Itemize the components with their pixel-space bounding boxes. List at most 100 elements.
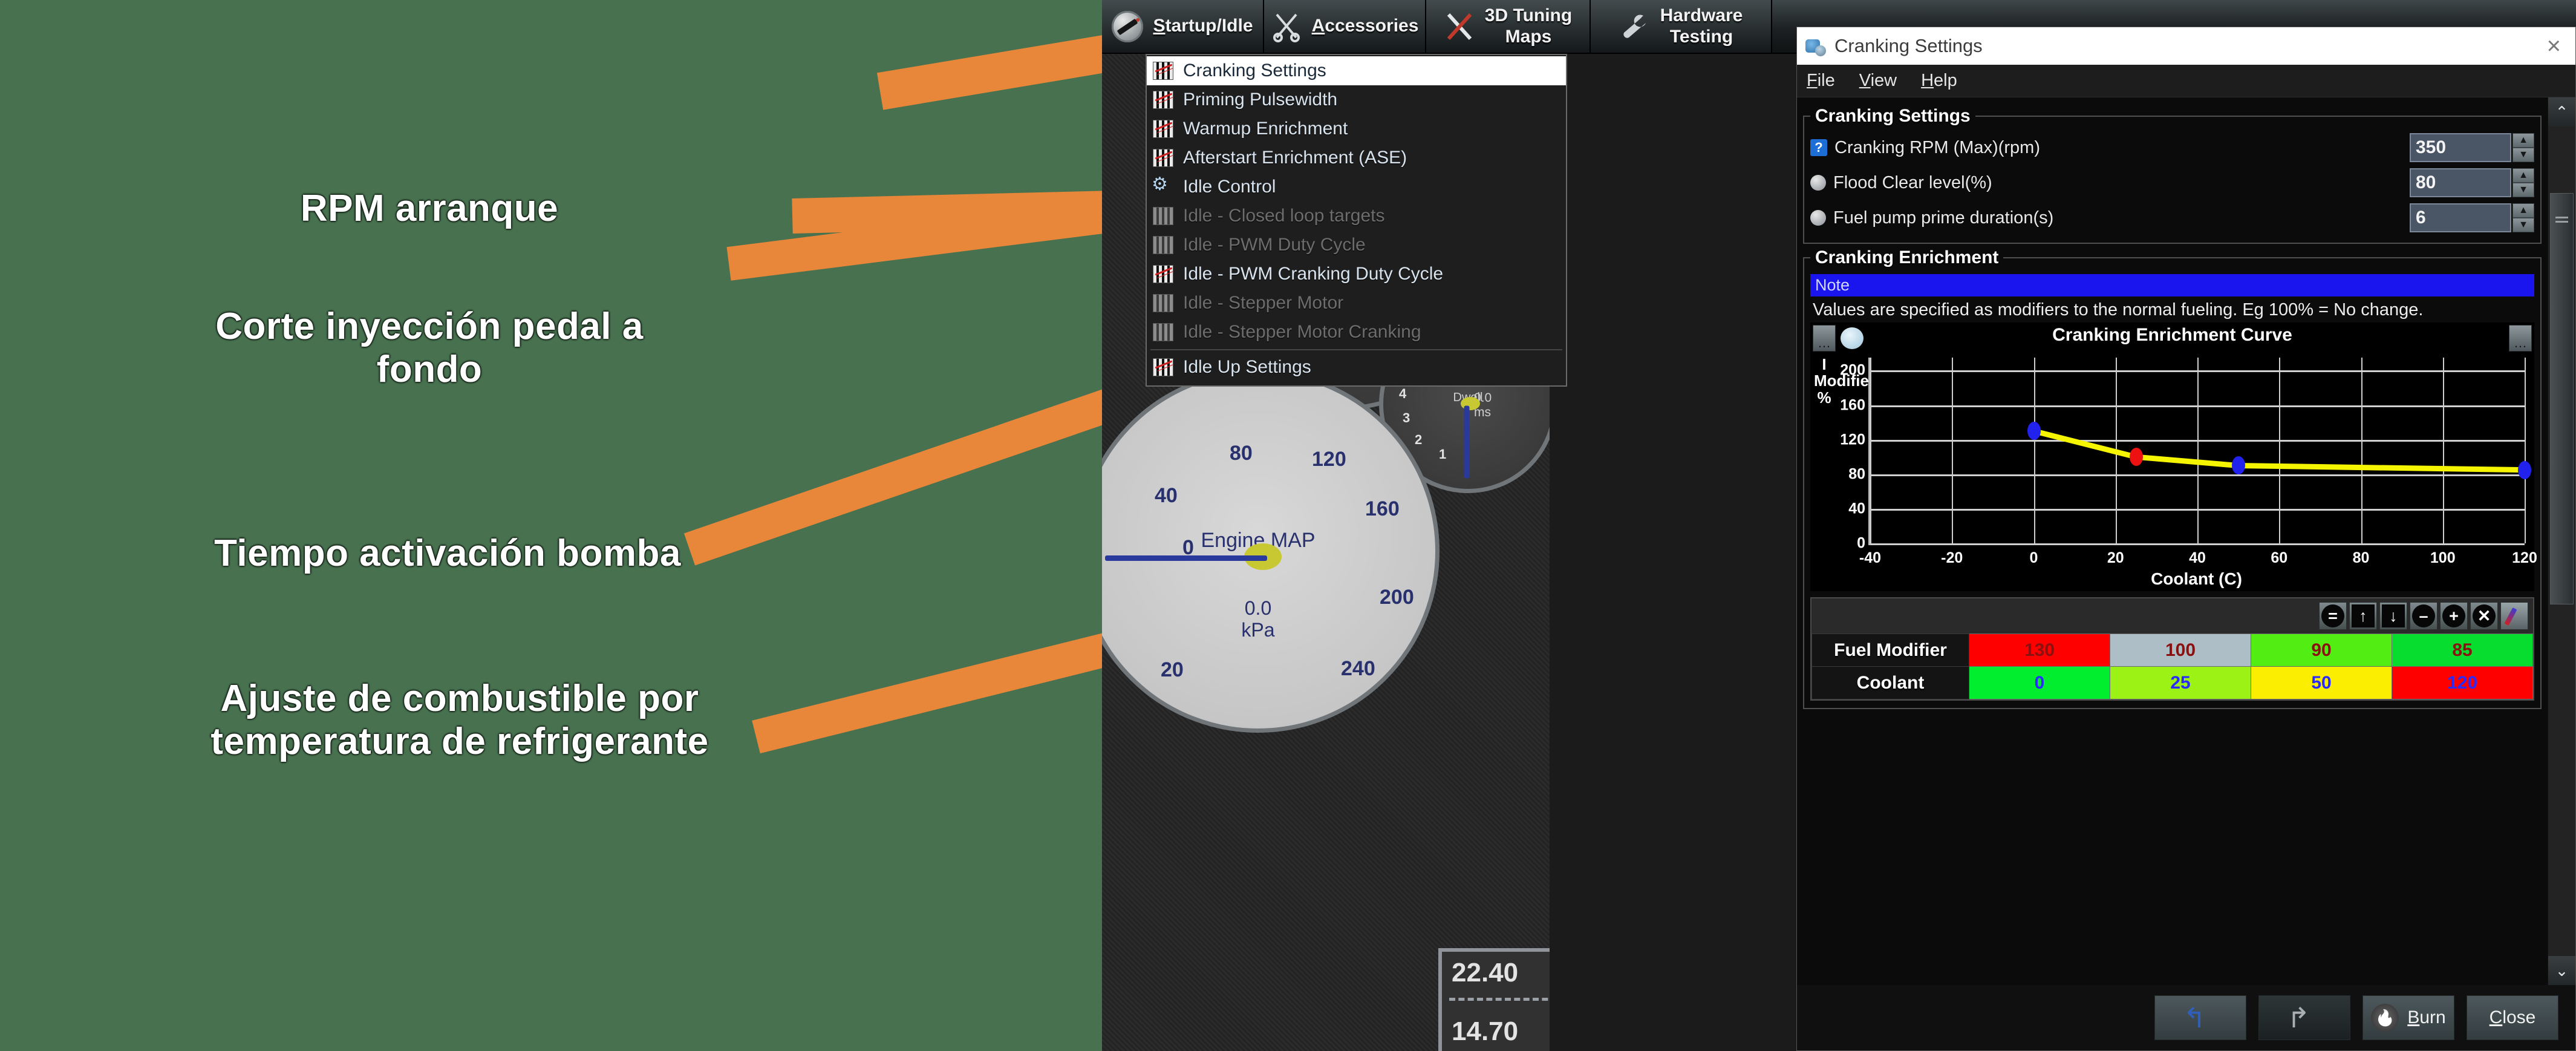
tab-label: 3D Tuning Maps (1484, 5, 1573, 47)
menu-item-warmup-enrichment[interactable]: Warmup Enrichment (1147, 114, 1566, 143)
scroll-up-icon[interactable]: ⌃ (2548, 97, 2575, 126)
flood-clear-input[interactable] (2410, 168, 2511, 197)
tab-startup-idle[interactable]: Startup/Idle (1102, 0, 1264, 53)
menu-item-label: Idle - PWM Duty Cycle (1183, 235, 1366, 255)
plus-icon[interactable]: + (2440, 602, 2468, 630)
close-button[interactable]: Close (2467, 995, 2558, 1040)
chart-data-point[interactable] (2129, 448, 2143, 467)
menu-item-idle-pwm-cranking-duty-cycle[interactable]: Idle - PWM Cranking Duty Cycle (1147, 260, 1566, 289)
chart-data-point[interactable] (2231, 456, 2245, 475)
spinner-down-icon[interactable]: ▼ (2512, 218, 2534, 232)
burn-button[interactable]: Burn (2362, 995, 2454, 1040)
chart-xtick: 0 (2029, 549, 2038, 566)
chart-data-point[interactable] (2027, 422, 2041, 440)
menu-help[interactable]: Help (1921, 71, 1957, 91)
bullet-icon (1810, 175, 1826, 191)
menu-item-idle-stepper-motor: Idle - Stepper Motor (1147, 289, 1566, 318)
spinner-up-icon[interactable]: ▲ (2512, 203, 2534, 218)
spinner-fuel-pump-prime[interactable]: ▲ ▼ (2410, 203, 2534, 232)
cell[interactable]: 130 (1969, 634, 2110, 667)
dialog-scrollbar[interactable]: ⌃ ⌄ (2548, 97, 2575, 985)
undo-button[interactable] (2154, 995, 2246, 1040)
gauge-tick: 120 (1312, 448, 1346, 471)
chart-xlabel: Coolant (C) (2151, 569, 2242, 588)
readout-bottom-value: 14.70 (1452, 1017, 1519, 1046)
knob-icon (1112, 10, 1144, 42)
close-x-icon[interactable]: ✕ (2470, 602, 2498, 630)
redo-button[interactable] (2258, 995, 2350, 1040)
annotation-corte-inyeccion: Corte inyección pedal a fondo (215, 306, 644, 390)
chart-data-point[interactable] (2518, 460, 2531, 479)
chart-ytick: 80 (1848, 465, 1865, 483)
spinner-up-icon[interactable]: ▲ (2512, 133, 2534, 148)
row-header-coolant: Coolant (1811, 666, 1969, 699)
menu-item-afterstart-enrichment[interactable]: Afterstart Enrichment (ASE) (1147, 143, 1566, 172)
chart-options-left-icon[interactable]: … (1813, 325, 1836, 352)
tab-accessories[interactable]: Accessories (1264, 0, 1426, 53)
scroll-down-icon[interactable]: ⌄ (2548, 956, 2575, 985)
startup-idle-dropdown-menu: Cranking Settings Priming Pulsewidth War… (1146, 54, 1567, 387)
group-legend: Cranking Enrichment (1815, 247, 1999, 267)
chart-title: Cranking Enrichment Curve (2052, 325, 2292, 345)
cell[interactable]: 0 (1969, 666, 2110, 699)
menu-file[interactable]: File (1807, 71, 1835, 91)
spinner-cranking-rpm[interactable]: ▲ ▼ (2410, 133, 2534, 162)
group-cranking-enrichment: Cranking Enrichment Note Values are spec… (1803, 247, 2542, 709)
tab-label: Hardware Testing (1660, 5, 1743, 47)
menu-view[interactable]: View (1859, 71, 1897, 91)
chart-xtick: 40 (2189, 549, 2206, 566)
menu-item-priming-pulsewidth[interactable]: Priming Pulsewidth (1147, 85, 1566, 114)
equals-icon[interactable]: = (2319, 602, 2347, 630)
menu-item-idle-up-settings[interactable]: Idle Up Settings (1147, 353, 1566, 382)
cranking-rpm-input[interactable] (2410, 133, 2511, 162)
arrow-up-icon[interactable]: ↑ (2349, 602, 2377, 630)
gauge-tick: 20 (1161, 658, 1184, 681)
chart-xtick: -40 (1859, 549, 1882, 566)
field-label-wrap: Fuel pump prime duration(s) (1810, 208, 2410, 228)
chart-ytick: 40 (1848, 500, 1865, 517)
close-icon[interactable]: × (2541, 33, 2567, 60)
spinner-flood-clear[interactable]: ▲ ▼ (2410, 168, 2534, 197)
tab-3d-tuning-maps[interactable]: 3D Tuning Maps (1426, 0, 1591, 53)
menu-item-idle-control[interactable]: Idle Control (1147, 172, 1566, 201)
cranking-settings-dialog: Cranking Settings × File View Help Crank… (1796, 27, 2576, 1051)
minus-icon[interactable]: – (2410, 602, 2437, 630)
spinner-down-icon[interactable]: ▼ (2512, 148, 2534, 162)
dialog-content: Cranking Settings ? Cranking RPM (Max)(r… (1797, 97, 2548, 985)
scroll-track[interactable] (2548, 126, 2575, 956)
spinner-arrows[interactable]: ▲ ▼ (2512, 168, 2534, 197)
curve-icon (1153, 149, 1173, 167)
gauge-tick: 160 (1365, 497, 1400, 520)
dialog-body: Cranking Settings ? Cranking RPM (Max)(r… (1797, 97, 2575, 985)
chart-plot-area[interactable]: 0 40 80 120 160 200 -40 -20 0 20 40 60 80 100 120 (1840, 358, 2537, 566)
spinner-arrows[interactable]: ▲ ▼ (2512, 203, 2534, 232)
chart-options-right-icon[interactable]: … (2509, 325, 2532, 352)
cell[interactable]: 120 (2392, 666, 2533, 699)
enrichment-table: = ↑ ↓ – + ✕ Fuel Modifier 130 100 90 85 … (1810, 597, 2534, 701)
chart-ytick: 200 (1840, 361, 1865, 379)
help-icon[interactable]: ? (1810, 139, 1827, 156)
cell[interactable]: 100 (2110, 634, 2251, 667)
spinner-down-icon[interactable]: ▼ (2512, 183, 2534, 197)
cell[interactable]: 50 (2251, 666, 2392, 699)
arrow-down-icon[interactable]: ↓ (2379, 602, 2407, 630)
curve-icon (1153, 294, 1173, 312)
spinner-up-icon[interactable]: ▲ (2512, 168, 2534, 183)
cell[interactable]: 25 (2110, 666, 2251, 699)
chart-ylabel: I Modifier % (1814, 355, 1876, 407)
cell[interactable]: 90 (2251, 634, 2392, 667)
spinner-arrows[interactable]: ▲ ▼ (2512, 133, 2534, 162)
gauge-tick: 3 (1403, 410, 1410, 425)
fuel-pump-prime-input[interactable] (2410, 203, 2511, 232)
note-header: Note (1810, 274, 2534, 296)
gear-icon (1152, 174, 1173, 196)
flame-icon (2371, 1004, 2399, 1032)
cell[interactable]: 85 (2392, 634, 2533, 667)
undo-icon (2183, 1004, 2209, 1031)
pencil-icon[interactable] (2500, 602, 2528, 630)
menu-item-cranking-settings[interactable]: Cranking Settings (1147, 56, 1566, 85)
chart-edit-icon[interactable] (1841, 327, 1864, 349)
tab-hardware-testing[interactable]: Hardware Testing (1591, 0, 1772, 53)
scroll-thumb[interactable] (2550, 193, 2574, 604)
redo-icon (2287, 1004, 2314, 1031)
